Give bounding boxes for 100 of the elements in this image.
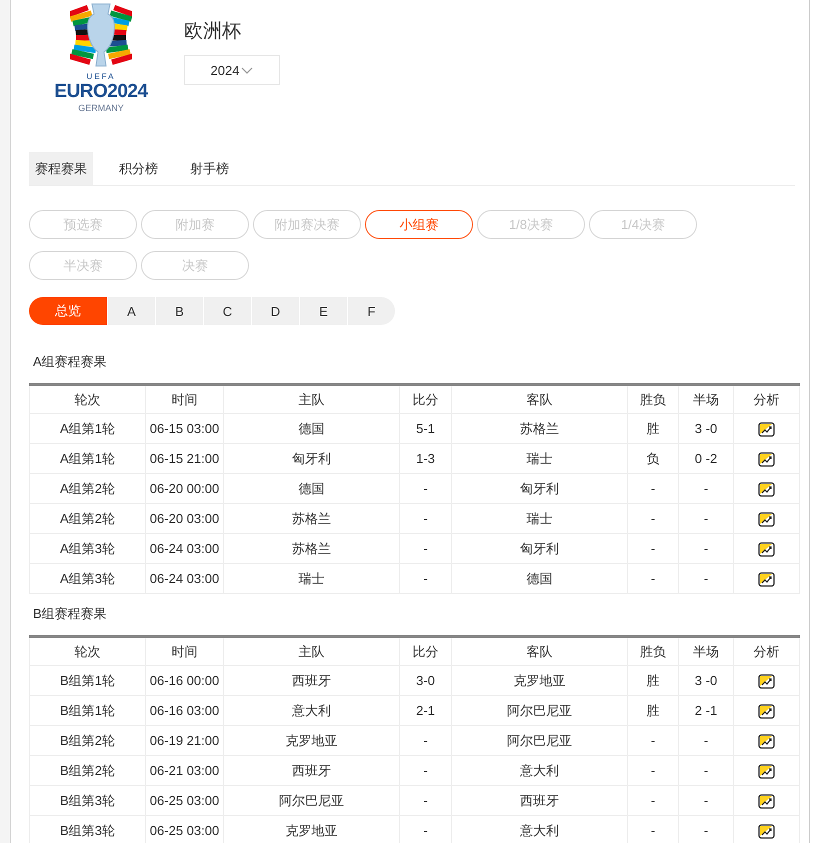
table-cell: 苏格兰 [452,414,628,444]
season-dropdown[interactable]: 2024 [184,55,280,85]
table-cell: 2-1 [400,696,452,726]
chevron-down-icon [241,66,254,74]
table-cell: 瑞士 [452,504,628,534]
logo-host-text: GERMANY [78,102,124,114]
table-cell: A组第1轮 [30,414,146,444]
table-cell: - [400,786,452,816]
table-cell: - [678,786,734,816]
column-header: 主队 [224,636,400,666]
group-tab[interactable]: C [204,297,251,325]
table-cell: 匈牙利 [452,474,628,504]
table-cell: 06-24 03:00 [146,534,224,564]
table-cell: B组第3轮 [30,786,146,816]
page-title: 欧洲杯 [184,20,242,44]
column-header: 轮次 [30,384,146,414]
table-cell: 苏格兰 [224,504,400,534]
table-cell: 06-15 03:00 [146,414,224,444]
column-header: 半场 [678,384,734,414]
table-cell: - [678,564,734,594]
table-cell: B组第3轮 [30,816,146,843]
table-cell: 2 -1 [678,696,734,726]
table-cell: 西班牙 [224,666,400,696]
table-cell: 阿尔巴尼亚 [452,696,628,726]
table-cell: 克罗地亚 [224,726,400,756]
table-cell: 瑞士 [224,564,400,594]
chart-icon[interactable] [758,482,775,497]
chart-icon[interactable] [758,764,775,779]
section-title: A组赛程赛果 [32,353,108,371]
table-cell: 西班牙 [452,786,628,816]
table-cell: - [628,726,678,756]
chart-icon[interactable] [758,794,775,809]
chart-icon[interactable] [758,572,775,587]
table-cell: B组第2轮 [30,726,146,756]
table-cell: - [628,474,678,504]
table-cell: - [400,726,452,756]
column-header: 胜负 [628,384,678,414]
table-cell: 瑞士 [452,444,628,474]
table-cell: B组第1轮 [30,696,146,726]
table-cell: 匈牙利 [224,444,400,474]
table-cell: 苏格兰 [224,534,400,564]
table-cell: - [678,534,734,564]
table-cell: 意大利 [452,756,628,786]
group-tab[interactable]: E [300,297,347,325]
table-cell: 0 -2 [678,444,734,474]
table-cell: 06-25 03:00 [146,786,224,816]
group-tab[interactable]: A [108,297,155,325]
table-cell: 负 [628,444,678,474]
table-cell: - [678,726,734,756]
chart-icon[interactable] [758,452,775,467]
group-tab[interactable]: F [348,297,395,325]
table-cell: 06-19 21:00 [146,726,224,756]
table-cell: 3 -0 [678,414,734,444]
column-header: 主队 [224,384,400,414]
table-cell: - [400,534,452,564]
table-cell: - [400,564,452,594]
table-cell: 西班牙 [224,756,400,786]
chart-icon[interactable] [758,512,775,527]
table-cell: 胜 [628,666,678,696]
table-cell: - [628,756,678,786]
table-cell: - [400,756,452,786]
column-header: 客队 [452,384,628,414]
table-cell: 06-15 21:00 [146,444,224,474]
table-cell: B组第2轮 [30,756,146,786]
table-cell: 胜 [628,696,678,726]
table-cell: 06-21 03:00 [146,756,224,786]
chart-icon[interactable] [758,704,775,719]
column-header: 时间 [146,384,224,414]
table-cell: - [628,534,678,564]
table-cell: 意大利 [224,696,400,726]
chart-icon[interactable] [758,542,775,557]
chart-icon[interactable] [758,674,775,689]
table-cell: 06-24 03:00 [146,564,224,594]
table-cell: A组第3轮 [30,534,146,564]
column-header: 胜负 [628,636,678,666]
column-header: 分析 [734,384,800,414]
table-cell: - [678,504,734,534]
chart-icon[interactable] [758,734,775,749]
chart-icon[interactable] [758,422,775,437]
column-header: 分析 [734,636,800,666]
column-header: 轮次 [30,636,146,666]
table-cell: 3 -0 [678,666,734,696]
group-tab[interactable]: B [156,297,203,325]
section-tab[interactable]: 赛程赛果 [29,152,93,185]
table-cell: B组第1轮 [30,666,146,696]
column-header: 比分 [400,636,452,666]
table-cell: 德国 [452,564,628,594]
chart-icon[interactable] [758,824,775,839]
column-header: 客队 [452,636,628,666]
table-cell: - [678,756,734,786]
table-cell: 06-20 00:00 [146,474,224,504]
column-header: 时间 [146,636,224,666]
logo-name-text: EURO2024 [54,82,148,102]
table-cell: 1-3 [400,444,452,474]
table-cell: 阿尔巴尼亚 [224,786,400,816]
group-tab[interactable]: D [252,297,299,325]
table-cell: 06-16 03:00 [146,696,224,726]
table-cell: - [628,564,678,594]
table-cell: 德国 [224,414,400,444]
table-cell: - [628,504,678,534]
